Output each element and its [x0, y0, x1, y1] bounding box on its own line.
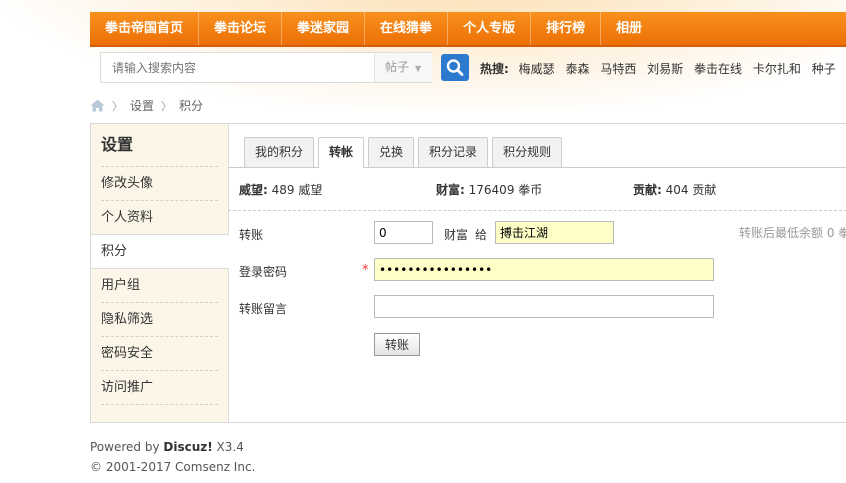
breadcrumb-separator: 〉	[112, 99, 123, 113]
home-icon[interactable]	[90, 99, 105, 112]
nav-item-album[interactable]: 相册	[601, 12, 657, 45]
sidebar-item-avatar[interactable]: 修改头像	[101, 166, 218, 200]
transfer-amount-input[interactable]	[374, 221, 433, 244]
search-type-label: 帖子	[385, 60, 410, 74]
sidebar-title: 设置	[101, 135, 134, 154]
copyright: © 2001-2017 Comsenz Inc.	[90, 460, 256, 474]
search-bar: 帖子 ▼ 热搜: 梅威瑟 泰森 马特西 刘易斯 拳击在线 卡尔扎和 种子 卡尔	[90, 51, 846, 85]
nav-item-forum[interactable]: 拳击论坛	[199, 12, 283, 45]
message-input[interactable]	[374, 295, 714, 318]
sidebar-item-credits[interactable]: 积分	[91, 234, 229, 269]
stat-wealth-value: 176409 拳币	[468, 183, 543, 197]
hot-search-label: 热搜:	[480, 62, 509, 76]
stat-contribution-value: 404 贡献	[665, 183, 717, 197]
powered-version: X3.4	[212, 440, 244, 454]
tab-exchange[interactable]: 兑换	[368, 137, 415, 167]
search-type-select[interactable]: 帖子 ▼	[374, 53, 432, 82]
transfer-label: 转账	[239, 228, 264, 242]
powered-by: Powered by Discuz! X3.4	[90, 437, 255, 457]
nav-item-personal[interactable]: 个人专版	[448, 12, 532, 45]
nav-item-ranking[interactable]: 排行榜	[531, 12, 602, 45]
message-label: 转账留言	[239, 302, 288, 316]
search-button[interactable]	[441, 54, 469, 81]
credits-tabs: 我的积分 转帐 兑换 积分记录 积分规则	[244, 137, 566, 168]
footer: Powered by Discuz! X3.4 © 2001-2017 Coms…	[90, 437, 255, 477]
required-mark: *	[362, 263, 369, 278]
stat-prestige-label: 威望:	[239, 183, 268, 197]
search-box: 帖子 ▼	[100, 52, 432, 83]
stat-contribution-label: 贡献:	[633, 183, 662, 197]
tab-credit-rules[interactable]: 积分规则	[492, 137, 563, 167]
hot-keyword[interactable]: 梅威瑟	[519, 62, 555, 76]
stat-wealth-label: 财富:	[436, 183, 465, 197]
stat-prestige: 威望: 489 威望	[239, 181, 322, 198]
hot-keyword[interactable]: 马特西	[600, 62, 636, 76]
min-balance-hint: 转账后最低余额 0 拳	[739, 226, 846, 240]
stat-contribution: 贡献: 404 贡献	[633, 181, 716, 198]
sidebar-item-privacy[interactable]: 隐私筛选	[101, 302, 218, 336]
transfer-to-text: 给	[475, 228, 488, 242]
stat-prestige-value: 489 威望	[271, 183, 323, 197]
credits-content: 我的积分 转帐 兑换 积分记录 积分规则 威望: 489 威望 财富: 1764…	[228, 124, 846, 422]
hot-keyword[interactable]: 种子	[812, 62, 836, 76]
breadcrumb-separator: 〉	[161, 99, 173, 113]
nav-item-guess[interactable]: 在线猜拳	[365, 12, 449, 45]
sidebar-menu: 修改头像 个人资料 积分 用户组 隐私筛选 密码安全 访问推广	[91, 166, 229, 405]
sidebar-item-profile[interactable]: 个人资料	[101, 200, 218, 234]
sidebar-item-usergroup[interactable]: 用户组	[101, 269, 218, 302]
powered-brand[interactable]: Discuz!	[163, 440, 212, 454]
hot-search: 热搜: 梅威瑟 泰森 马特西 刘易斯 拳击在线 卡尔扎和 种子 卡尔	[480, 60, 846, 77]
transfer-unit: 财富	[444, 228, 469, 242]
tab-my-credits[interactable]: 我的积分	[244, 137, 315, 167]
password-label: 登录密码	[239, 265, 288, 279]
tab-credit-log[interactable]: 积分记录	[418, 137, 489, 167]
nav-item-fan-home[interactable]: 拳迷家园	[282, 12, 366, 45]
hot-keyword[interactable]: 刘易斯	[647, 62, 683, 76]
recipient-input[interactable]	[495, 221, 614, 244]
chevron-down-icon: ▼	[415, 64, 422, 73]
search-icon	[446, 59, 464, 76]
tab-transfer[interactable]: 转帐	[318, 137, 365, 168]
main-nav: 拳击帝国首页 拳击论坛 拳迷家园 在线猜拳 个人专版 排行榜 相册	[90, 12, 846, 47]
password-input[interactable]	[374, 258, 714, 281]
transfer-submit-button[interactable]: 转账	[374, 333, 420, 356]
stats-divider	[228, 210, 846, 211]
sidebar-item-promotion[interactable]: 访问推广	[101, 370, 218, 405]
search-input[interactable]	[101, 53, 371, 82]
breadcrumb-item-credits: 积分	[179, 99, 204, 113]
hot-keyword[interactable]: 卡尔扎和	[753, 62, 801, 76]
settings-sidebar: 设置 修改头像 个人资料 积分 用户组 隐私筛选 密码安全 访问推广	[91, 124, 229, 422]
sidebar-item-password[interactable]: 密码安全	[101, 336, 218, 370]
nav-item-home[interactable]: 拳击帝国首页	[90, 12, 200, 45]
hot-keyword[interactable]: 泰森	[565, 62, 589, 76]
settings-panel: 设置 修改头像 个人资料 积分 用户组 隐私筛选 密码安全 访问推广 我的积分 …	[90, 123, 846, 423]
stat-wealth: 财富: 176409 拳币	[436, 181, 542, 198]
hot-keyword[interactable]: 拳击在线	[694, 62, 742, 76]
breadcrumb: 〉 设置 〉 积分	[90, 97, 203, 114]
breadcrumb-item-settings[interactable]: 设置	[130, 97, 154, 114]
powered-prefix: Powered by	[90, 440, 164, 454]
